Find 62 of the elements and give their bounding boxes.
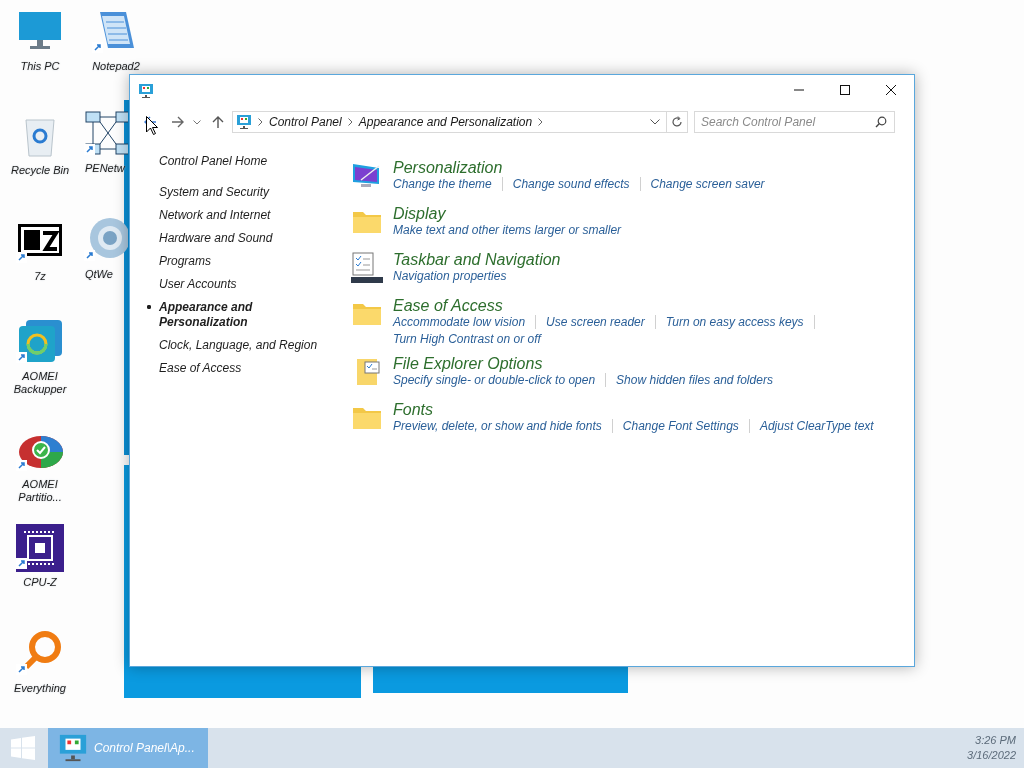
breadcrumb-item[interactable]: Control Panel: [269, 115, 342, 129]
task-link[interactable]: Navigation properties: [393, 269, 507, 283]
desktop-shortcut[interactable]: Notepad2: [84, 8, 148, 73]
desktop-shortcut[interactable]: Everything: [8, 630, 72, 695]
sidebar-item[interactable]: Hardware and Sound: [159, 231, 324, 246]
category-title[interactable]: Personalization: [393, 158, 503, 177]
category-title[interactable]: Ease of Access: [393, 296, 503, 315]
desktop-shortcut[interactable]: 7z: [8, 218, 72, 283]
selected-bullet: [147, 305, 151, 309]
control-panel-icon: [138, 83, 154, 99]
taskbar-settings-icon: [351, 252, 383, 284]
category-title[interactable]: Display: [393, 204, 446, 223]
task-link[interactable]: Change the theme: [393, 177, 492, 191]
desktop-shortcut[interactable]: Recycle Bin: [8, 112, 72, 177]
task-link[interactable]: Turn High Contrast on or off: [393, 332, 541, 346]
clock-date: 3/16/2022: [967, 748, 1016, 763]
sidebar-item[interactable]: Network and Internet: [159, 208, 324, 223]
dropdown-caret-icon: [650, 119, 660, 125]
cursor-icon: [146, 116, 158, 135]
desktop-shortcut[interactable]: AOMEI Partitio...: [8, 426, 72, 504]
sidebar-item[interactable]: Ease of Access: [159, 361, 324, 376]
task-link[interactable]: Preview, delete, or show and hide fonts: [393, 419, 602, 433]
task-link[interactable]: Accommodate low vision: [393, 315, 526, 329]
forward-arrow-icon[interactable]: [171, 115, 185, 129]
task-link[interactable]: Change screen saver: [650, 177, 765, 191]
up-arrow-icon[interactable]: [211, 115, 225, 129]
sidebar-item[interactable]: User Accounts: [159, 277, 324, 292]
desktop-shortcut[interactable]: This PC: [8, 8, 72, 73]
control-panel-icon: [58, 733, 88, 763]
category-title[interactable]: File Explorer Options: [393, 354, 543, 373]
refresh-icon: [671, 116, 683, 128]
desktop-shortcut[interactable]: AOMEI Backupper: [8, 318, 72, 396]
sidebar-link[interactable]: Control Panel Home: [159, 154, 268, 168]
category-title[interactable]: Fonts: [393, 400, 433, 419]
task-link[interactable]: Specify single- or double-click to open: [393, 373, 596, 387]
search-icon: [875, 116, 887, 128]
clock-time: 3:26 PM: [975, 733, 1016, 748]
task-link[interactable]: Change Font Settings: [622, 419, 739, 433]
address-bar[interactable]: Control Panel Appearance and Personalization: [232, 111, 688, 133]
chevron-icon: [258, 118, 263, 126]
task-link[interactable]: Show hidden files and folders: [616, 373, 773, 387]
desktop-shortcut[interactable]: QtWe: [84, 216, 128, 281]
chevron-icon: [347, 118, 353, 126]
task-link[interactable]: Use screen reader: [546, 315, 645, 329]
task-link[interactable]: Change sound effects: [512, 177, 630, 191]
sidebar-item[interactable]: System and Security: [159, 185, 324, 200]
desktop-shortcut[interactable]: CPU-Z: [8, 524, 72, 589]
task-link[interactable]: Make text and other items larger or smaller: [393, 223, 622, 237]
search-field[interactable]: Search Control Panel: [694, 111, 895, 133]
task-link[interactable]: Adjust ClearType text: [759, 419, 874, 433]
task-link[interactable]: Turn on easy access keys: [665, 315, 804, 329]
chevron-icon: [538, 118, 544, 126]
maximize-icon: [840, 85, 850, 95]
caret-icon[interactable]: [193, 119, 201, 125]
control-panel-icon: [236, 114, 252, 130]
breadcrumb-item[interactable]: Appearance and Personalization: [358, 115, 533, 129]
sidebar-item[interactable]: Appearance and Personalization: [159, 300, 324, 330]
category-title[interactable]: Taskbar and Navigation: [393, 250, 561, 269]
chip-icon: [16, 524, 64, 572]
sidebar-item[interactable]: Programs: [159, 254, 324, 269]
sidebar-item[interactable]: Clock, Language, and Region: [159, 338, 324, 353]
close-icon: [886, 85, 896, 95]
